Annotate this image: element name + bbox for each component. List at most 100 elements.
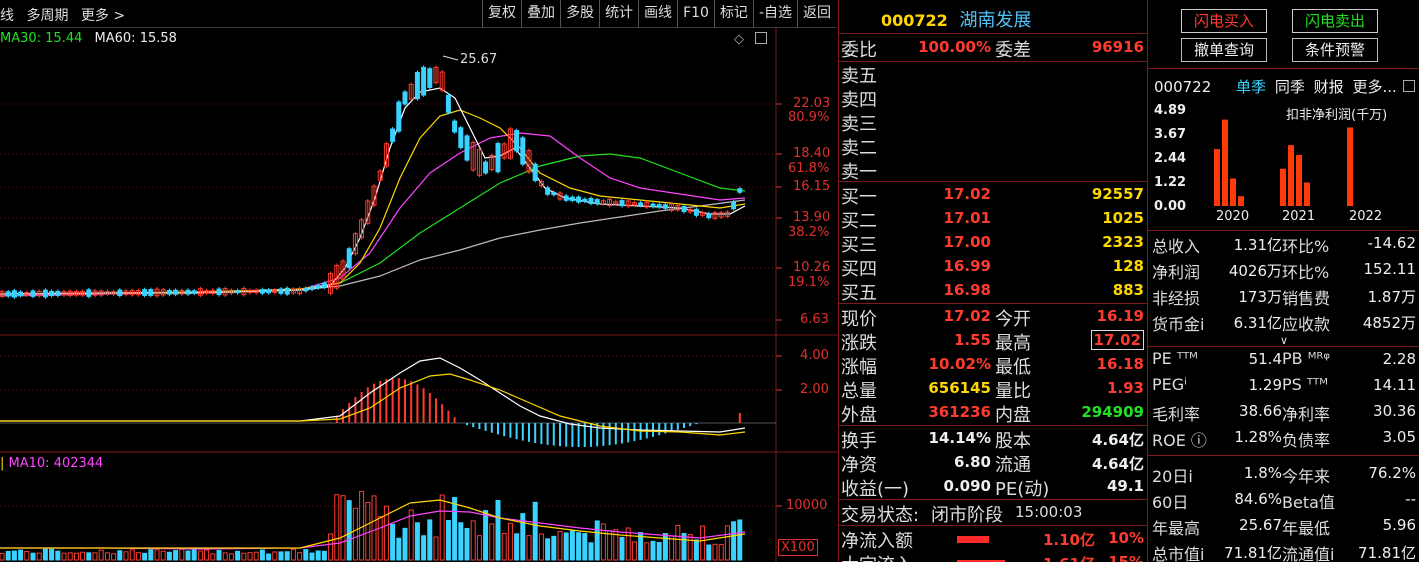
volume-bar: [55, 550, 61, 561]
volume-bar: [495, 499, 501, 561]
f10-button[interactable]: F10: [677, 0, 714, 28]
volume-bar: [346, 500, 352, 561]
stock-code: 000722: [881, 11, 948, 30]
fin-row: 总收入 1.31亿 环比% -14.62: [1152, 234, 1416, 256]
candle-body: [551, 191, 557, 196]
candle-body: [142, 289, 148, 296]
performance-row: 总市值i 71.81亿 流通值i 71.81亿: [1152, 544, 1416, 562]
flow-row: 净流入额 1.10亿 10%: [841, 529, 1144, 552]
candle-body: [259, 289, 265, 294]
candle-body: [235, 290, 241, 294]
sell-row: 卖二: [841, 138, 877, 159]
profit-chart-axis: 4.89 3.67 2.44 1.22 0.00: [1154, 103, 1186, 214]
back-button[interactable]: 返回: [797, 0, 836, 28]
flow-row: 大宗流入 1.61亿 15%: [839, 551, 1147, 562]
candle-body: [216, 288, 222, 296]
tab-more[interactable]: 更多...: [1352, 78, 1396, 96]
price-tick: 10.26: [793, 260, 831, 275]
volume-bar: [396, 537, 402, 561]
volume-bar: [687, 534, 693, 561]
candle-body: [514, 130, 520, 152]
kline-svg: [0, 28, 838, 562]
expand-icon[interactable]: [1403, 80, 1415, 92]
flash-sell-button[interactable]: 闪电卖出: [1292, 9, 1378, 33]
candle-body: [706, 213, 712, 219]
ma60-legend: MA60: 15.58: [94, 31, 177, 46]
multi-period-tab[interactable]: 多周期: [26, 8, 68, 24]
candle-body: [737, 188, 743, 193]
volume-bar: [235, 550, 241, 561]
volume-bar: [191, 548, 197, 561]
candle-body: [731, 201, 737, 210]
year-label: 2020: [1216, 209, 1250, 224]
statistics-button[interactable]: 统计: [599, 0, 638, 28]
candle-body: [681, 206, 687, 213]
remove-watchlist-button[interactable]: -自选: [752, 0, 797, 28]
volume-bar: [594, 520, 600, 561]
candle-body: [650, 203, 656, 208]
period-line-tab[interactable]: 线: [0, 8, 14, 24]
candle-body: [321, 282, 327, 288]
volume-bar: [315, 550, 321, 561]
candle-body: [266, 289, 272, 294]
volume-bar: [24, 551, 30, 561]
volume-bar: [247, 552, 253, 561]
more-menu[interactable]: 更多 >: [81, 8, 125, 24]
overlay-button[interactable]: 叠加: [521, 0, 560, 28]
buy-row: 买四 16.99 128: [841, 257, 1144, 280]
volume-bar: [563, 532, 569, 561]
stat-row: 涨幅 10.02% 最低 16.18: [841, 355, 1144, 378]
cancel-order-query-button[interactable]: 撤单查询: [1181, 38, 1267, 62]
restore-rights-button[interactable]: 复权: [482, 0, 521, 28]
stat-row: 净资 6.80 流通 4.64亿: [841, 453, 1144, 476]
fib-tick: 61.8%: [788, 161, 830, 176]
weibi-row: 委比 100.00% 委差 96916: [841, 38, 1144, 61]
volume-bar: [737, 519, 743, 561]
volume-bar: [92, 552, 98, 561]
draw-line-button[interactable]: 画线: [638, 0, 677, 28]
volume-bar: [483, 510, 489, 561]
profit-bar: [1214, 149, 1220, 206]
volume-bar: [309, 552, 315, 561]
volume-bar: [5, 550, 11, 561]
volume-bar: [179, 548, 185, 561]
profit-bar: [1238, 196, 1244, 206]
volume-bar: [576, 532, 582, 561]
volume-bar: [61, 552, 67, 561]
volume-bar: [452, 496, 458, 561]
volume-bar: [514, 533, 520, 561]
volume-tick: 10000: [786, 498, 828, 513]
chart-toolbar: 线 多周期 更多 > 复权 叠加 多股 统计 画线 F10 标记 -自选 返回: [0, 0, 836, 28]
volume-bar: [359, 490, 365, 561]
profit-bar: [1230, 178, 1236, 206]
volume-bar: [73, 552, 79, 561]
toolbar-left-group: 线 多周期 更多 >: [0, 5, 133, 25]
candle-body: [563, 195, 569, 201]
volume-bar: [148, 549, 154, 561]
multi-stock-button[interactable]: 多股: [560, 0, 599, 28]
volume-bar: [259, 549, 265, 561]
vol-ma10-legend: MA10: 402344: [8, 456, 104, 471]
candle-body: [55, 290, 61, 296]
volume-bar: [303, 549, 309, 561]
kline-chart-area[interactable]: MA30: 15.44 MA60: 15.58 ◇ 25.67 22.03 80…: [0, 28, 838, 562]
sell-row: 卖四: [841, 90, 877, 111]
panel-toggle-icon[interactable]: [755, 32, 767, 44]
tab-single-quarter[interactable]: 单季: [1236, 78, 1266, 96]
flash-buy-button[interactable]: 闪电买入: [1181, 9, 1267, 33]
mark-button[interactable]: 标记: [713, 0, 753, 28]
diamond-icon[interactable]: ◇: [734, 32, 744, 47]
candle-body: [278, 288, 284, 294]
tab-report[interactable]: 财报: [1314, 78, 1344, 96]
tab-same-quarter[interactable]: 同季: [1275, 78, 1305, 96]
candle-body: [309, 286, 315, 290]
volume-bar: [166, 551, 172, 561]
stock-name[interactable]: 湖南发展: [960, 10, 1032, 31]
volume-bar: [427, 519, 433, 561]
candle-body: [5, 291, 11, 297]
price-tick: 16.15: [793, 179, 831, 194]
stock-title: 000722 湖南发展: [839, 6, 1147, 32]
finance-tabs: 000722 单季 同季 财报 更多...: [1154, 76, 1397, 97]
stat-row: 总量 656145 量比 1.93: [841, 379, 1144, 402]
condition-alert-button[interactable]: 条件预警: [1292, 38, 1378, 62]
